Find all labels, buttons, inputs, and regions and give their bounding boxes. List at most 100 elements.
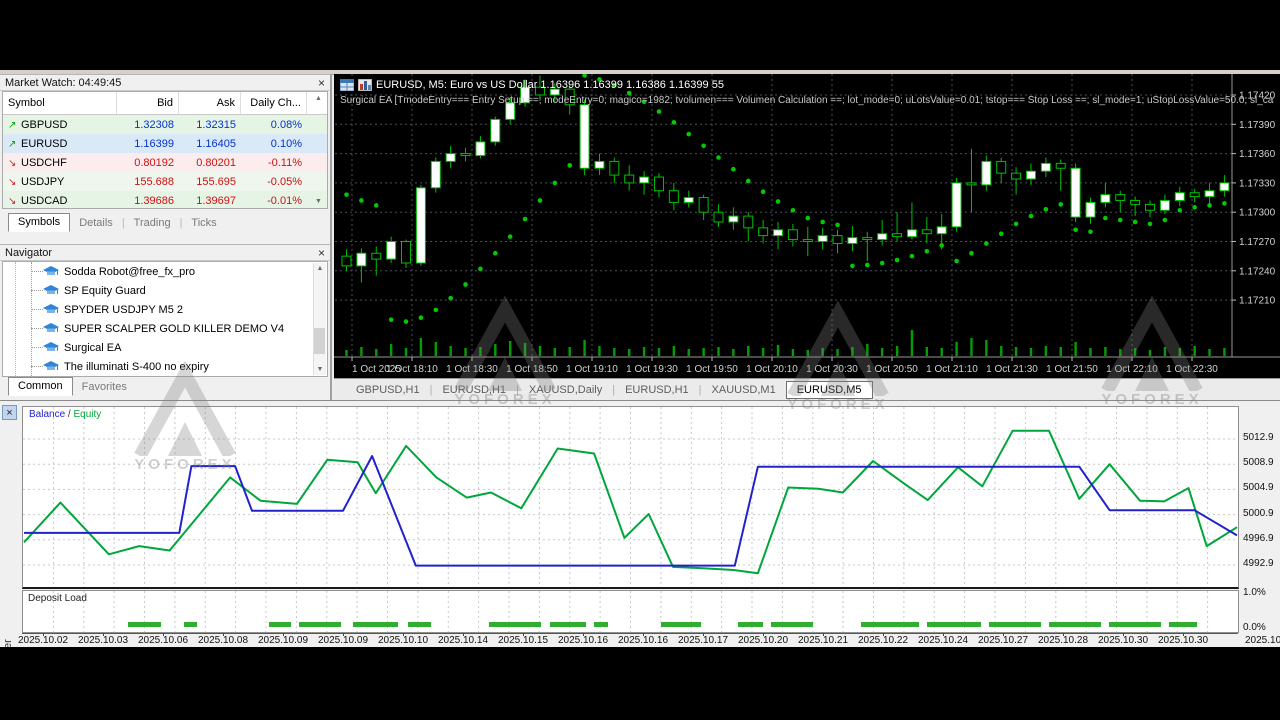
change-cell: -0.11% [267, 156, 302, 169]
axis-tick [763, 633, 764, 636]
svg-text:1.17330: 1.17330 [1239, 178, 1276, 189]
navigator-item-label: Surgical EA [64, 341, 122, 354]
chart-title-text: EURUSD, M5: Euro vs US Dollar 1.16396 1.… [376, 79, 724, 91]
chart-tab-gbpusd-h1[interactable]: GBPUSD,H1 [346, 382, 430, 398]
navigator-titlebar: Navigator × [0, 244, 330, 261]
axis-tick [403, 633, 404, 636]
market-watch-scrollbar[interactable]: ▲ ▼ [311, 92, 326, 208]
navigator-item[interactable]: The illuminati S-400 no expiry [3, 357, 327, 376]
symbol-cell: ↗ EURUSD [3, 138, 117, 150]
axis-tick [583, 633, 584, 636]
tab-common[interactable]: Common [8, 377, 73, 396]
value-tick: 5008.9 [1243, 457, 1274, 469]
scroll-down-icon[interactable]: ▼ [317, 366, 324, 373]
symbol-name: USDCAD [21, 194, 68, 207]
navigator-tabs: Common Favorites [0, 377, 330, 396]
expert-advisor-icon [43, 304, 59, 313]
tab-favorites[interactable]: Favorites [73, 379, 136, 396]
tree-branch [31, 290, 43, 291]
tab-ticks[interactable]: Ticks [182, 215, 225, 232]
svg-text:1 Oct 21:50: 1 Oct 21:50 [1046, 364, 1098, 375]
column-ask[interactable]: Ask [179, 92, 241, 114]
navigator-scrollbar[interactable]: ▲ ▼ [313, 263, 326, 375]
symbol-name: EURUSD [21, 137, 68, 150]
ask-cell: 1.16405 [196, 137, 236, 150]
svg-text:1.17360: 1.17360 [1239, 149, 1276, 160]
axis-tick [163, 633, 164, 636]
axis-tick [43, 633, 44, 636]
deposit-load-chart[interactable]: Deposit Load [22, 590, 1239, 633]
chart-tab-eurusd-h1[interactable]: EURUSD,H1 [432, 382, 516, 398]
value-tick: 4996.9 [1243, 532, 1274, 544]
svg-text:1 Oct 20:50: 1 Oct 20:50 [866, 364, 918, 375]
svg-text:1 Oct 22:10: 1 Oct 22:10 [1106, 364, 1158, 375]
date-axis-line [22, 633, 1238, 634]
tab-symbols[interactable]: Symbols [8, 213, 71, 232]
scroll-up-icon[interactable]: ▲ [315, 95, 322, 102]
expert-advisor-icon [43, 342, 59, 351]
symbol-name: USDCHF [21, 156, 67, 169]
svg-text:1.17240: 1.17240 [1239, 266, 1276, 277]
scroll-down-icon[interactable]: ▼ [315, 198, 322, 205]
ask-cell: 155.695 [196, 175, 236, 188]
tab-trading[interactable]: Trading [125, 215, 180, 232]
bid-cell: 1.32308 [134, 118, 174, 131]
chart-tab-xauusd-daily[interactable]: XAUUSD,Daily [519, 382, 612, 398]
symbol-cell: ↘ USDCAD [3, 195, 117, 207]
candlestick-chart[interactable]: 1.174201.173901.173601.173301.173001.172… [334, 74, 1280, 378]
axis-tick [643, 633, 644, 636]
symbol-cell: ↘ USDCHF [3, 157, 117, 169]
navigator-item-label: Sodda Robot@free_fx_pro [64, 265, 196, 278]
navigator-items: Sodda Robot@free_fx_pro SP Equity Guard SP… [3, 262, 327, 376]
table-row[interactable]: ↘ USDCHF 0.80192 0.80201 -0.11% [3, 153, 327, 172]
trend-down-icon: ↘ [8, 195, 17, 207]
market-watch-tabs: Symbols Details | Trading | Ticks [0, 213, 330, 232]
table-row[interactable]: ↘ USDCAD 1.39686 1.39697 -0.01% [3, 191, 327, 208]
axis-tick [343, 633, 344, 636]
tab-details[interactable]: Details [70, 215, 122, 232]
navigator-item[interactable]: Surgical EA [3, 338, 327, 357]
axis-tick [283, 633, 284, 636]
letterbox-bottom [0, 647, 1280, 720]
deposit-load-label: Deposit Load [28, 593, 87, 604]
column-bid[interactable]: Bid [117, 92, 179, 114]
symbol-name: USDJPY [21, 175, 65, 188]
scroll-up-icon[interactable]: ▲ [317, 265, 324, 272]
change-cell: -0.05% [267, 175, 302, 188]
navigator-item[interactable]: SUPER SCALPER GOLD KILLER DEMO V4 [3, 319, 327, 338]
ask-cell: 1.39697 [196, 194, 236, 207]
svg-text:1 Oct 20:30: 1 Oct 20:30 [806, 364, 858, 375]
legend-balance: Balance [29, 409, 66, 420]
svg-text:1 Oct 18:50: 1 Oct 18:50 [506, 364, 558, 375]
value-tick: 5000.9 [1243, 507, 1274, 519]
close-icon[interactable]: × [318, 247, 325, 259]
scrollbar-thumb[interactable] [314, 328, 325, 354]
navigator-item[interactable]: Sodda Robot@free_fx_pro [3, 262, 327, 281]
navigator-item[interactable]: SPYDER USDJPY M5 2 [3, 300, 327, 319]
table-row[interactable]: ↘ USDJPY 155.688 155.695 -0.05% [3, 172, 327, 191]
table-row[interactable]: ↗ EURUSD 1.16399 1.16405 0.10% [3, 134, 327, 153]
column-daily-change[interactable]: Daily Ch... [241, 92, 307, 114]
column-symbol[interactable]: Symbol [3, 92, 117, 114]
svg-text:1 Oct 18:10: 1 Oct 18:10 [386, 364, 438, 375]
close-icon: × [6, 406, 13, 419]
chart-tab-eurusd-h1[interactable]: EURUSD,H1 [615, 382, 699, 398]
ea-parameters-line: Surgical EA [TmodeEntry=== Entry Setup =… [340, 95, 1274, 106]
balance-equity-chart[interactable]: Balance / Equity [22, 406, 1239, 589]
tree-branch [31, 271, 43, 272]
tree-branch [31, 328, 43, 329]
axis-tick [1123, 633, 1124, 636]
left-panel: Market Watch: 04:49:45 × Symbol Bid Ask … [0, 74, 332, 400]
navigator-item[interactable]: SP Equity Guard [3, 281, 327, 300]
tester-close-button[interactable]: × [2, 405, 17, 420]
symbol-name: GBPUSD [21, 118, 68, 131]
market-watch-title: Market Watch: 04:49:45 [5, 76, 122, 89]
table-row[interactable]: ↗ GBPUSD 1.32308 1.32315 0.08% [3, 115, 327, 134]
chart-window: 1.17420 1.17390 1.17360 1.17330 1.17300 1.172… [334, 74, 1280, 400]
svg-text:1 Oct 21:10: 1 Oct 21:10 [926, 364, 978, 375]
tree-branch [31, 347, 43, 348]
close-icon[interactable]: × [318, 77, 325, 89]
chart-tab-xauusd-m1[interactable]: XAUUSD,M1 [702, 382, 786, 398]
axis-tick [223, 633, 224, 636]
chart-tab-eurusd-m5[interactable]: EURUSD,M5 [785, 380, 873, 399]
